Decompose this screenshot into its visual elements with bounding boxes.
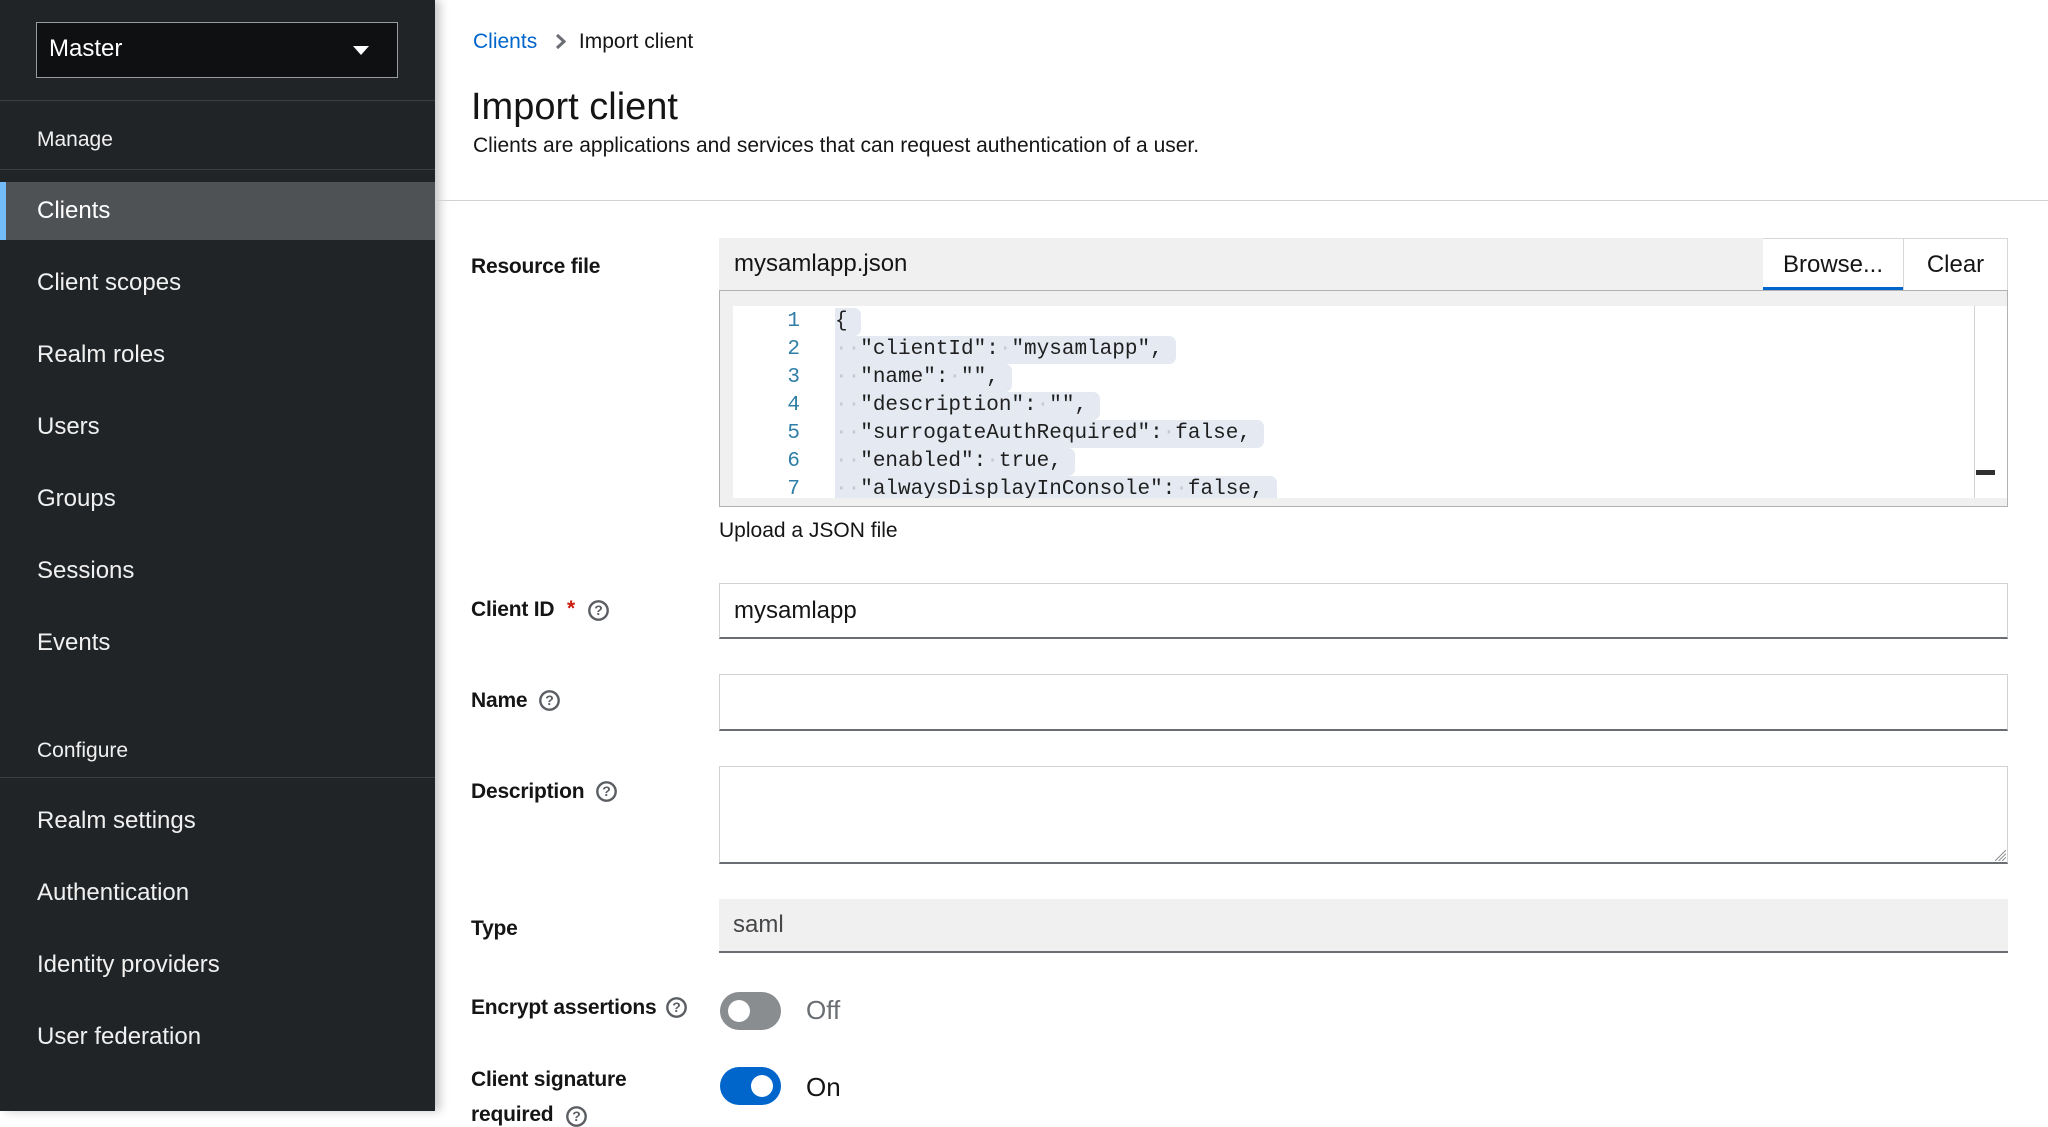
svg-text:?: ? — [572, 1108, 581, 1124]
svg-text:?: ? — [594, 602, 603, 618]
svg-text:?: ? — [545, 692, 554, 708]
svg-text:?: ? — [672, 999, 681, 1015]
svg-text:?: ? — [602, 783, 611, 799]
